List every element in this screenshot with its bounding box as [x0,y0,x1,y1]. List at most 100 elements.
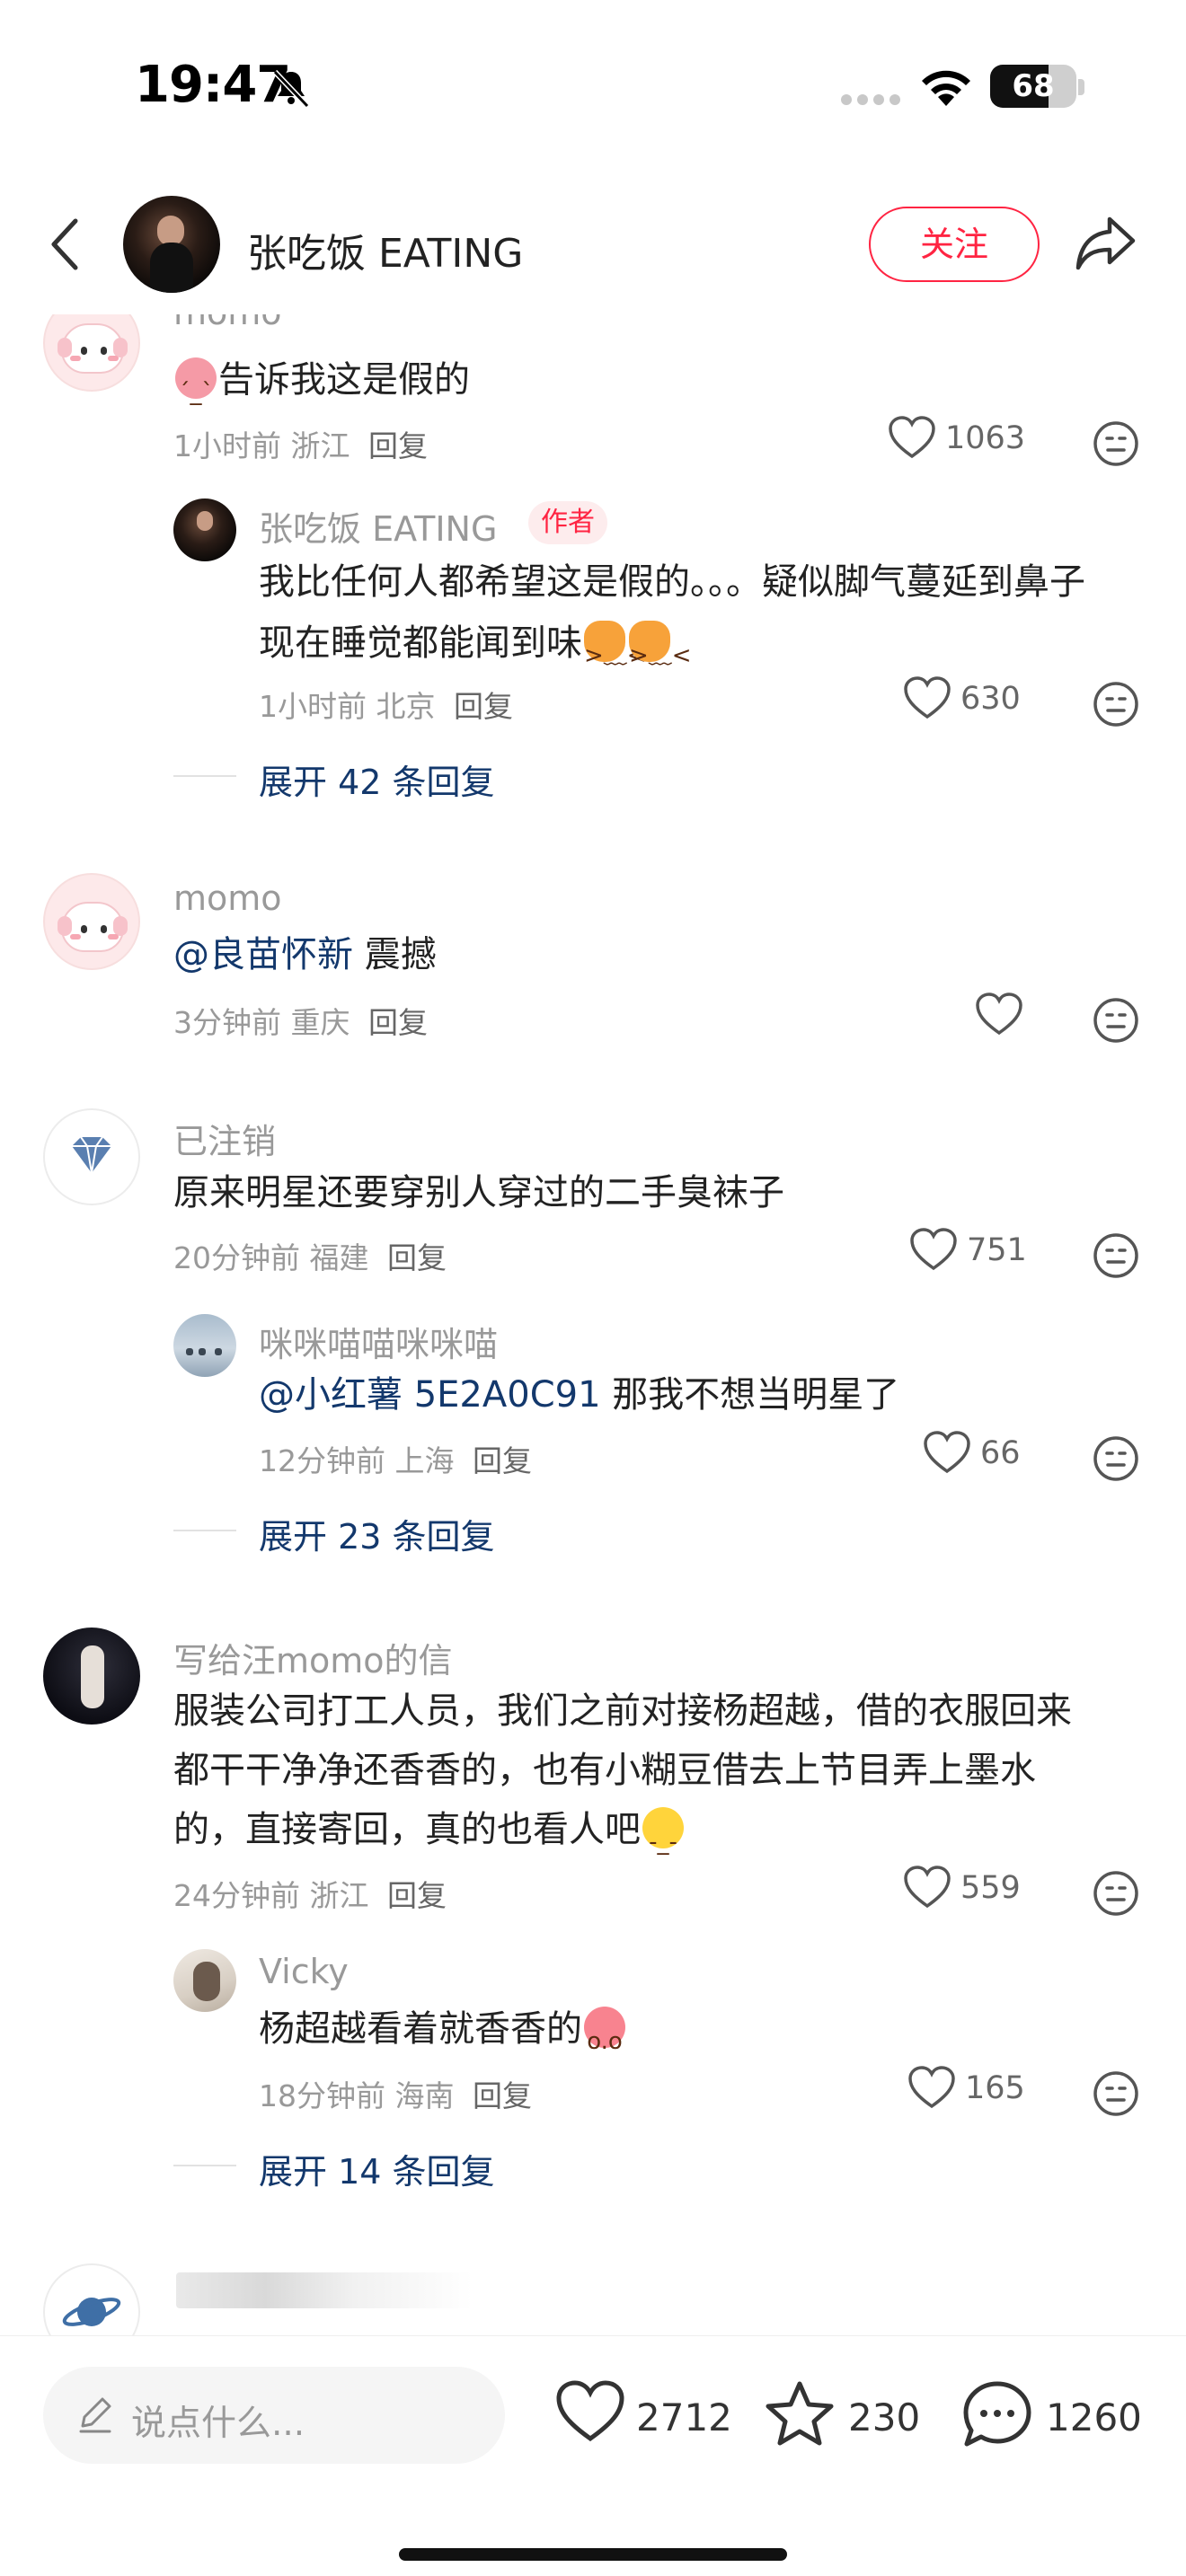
neutral-face-icon[interactable] [1092,2069,1140,2118]
reply-text-body: 杨超越看着就香香的 [259,2008,582,2050]
mention-link[interactable]: @良苗怀新 [173,934,353,975]
reply-text-line1: 我比任何人都希望这是假的。。。疑似脚气蔓延到鼻子 [259,561,1085,603]
heart-icon [924,1431,970,1474]
signal-dots-icon [841,94,900,105]
reply-link[interactable]: 回复 [473,2078,532,2113]
heart-icon [904,1866,951,1909]
bottom-action-bar: 说点什么... 2712 230 1260 [0,2335,1186,2576]
divider [173,775,236,777]
neutral-face-icon[interactable] [1092,680,1140,728]
reply-link[interactable]: 回复 [387,1240,447,1275]
comment-username[interactable]: 写给汪momo的信 [173,1633,453,1682]
neutral-face-icon[interactable] [1092,1434,1140,1483]
share-icon[interactable] [1074,212,1138,273]
reply-meta: 1小时前 北京 回复 [259,683,513,726]
reply-username[interactable]: 张吃饭 EATING [259,501,497,551]
battery-tip [1078,79,1084,95]
like-count: 1063 [945,420,1026,456]
comment-input-placeholder: 说点什么... [131,2404,305,2444]
username-placeholder [176,2272,473,2308]
reply-time: 18分钟前 [259,2078,385,2113]
emoji-icon: >﹏< [584,621,647,669]
status-bar: 19:47 68 [0,0,1186,171]
battery-level: 68 [1012,68,1055,104]
reply-time: 1小时前 [259,689,367,724]
divider [173,2165,236,2166]
like-count: 559 [960,1870,1021,1906]
emoji-icon: ˊ_ˋ [175,357,217,406]
pencil-icon [79,2397,111,2433]
divider [173,1530,236,1531]
back-icon[interactable] [45,216,84,273]
comment-post-button[interactable]: 1260 [961,2372,1150,2453]
post-like-count: 2712 [636,2395,732,2439]
status-time: 19:47 [135,56,291,114]
heart-icon [904,676,951,719]
comment-username[interactable]: 已注销 [173,1114,276,1163]
comment-location: 浙江 [290,428,350,463]
favorite-post-button[interactable]: 230 [764,2372,920,2453]
comment-username[interactable]: momo [173,314,282,332]
comment-time: 3分钟前 [173,1005,281,1040]
reply-location: 上海 [394,1443,455,1478]
expand-replies-button[interactable]: 展开 42 条回复 [259,754,495,804]
avatar[interactable] [43,314,140,392]
reply-location: 北京 [376,689,436,724]
comment-location: 浙江 [309,1878,369,1913]
wifi-icon [922,70,970,106]
comment-text-line1: 服装公司打工人员，我们之前对接杨超越，借的衣服回来 [173,1690,1072,1732]
reply-link[interactable]: 回复 [368,428,428,463]
star-icon [766,2381,834,2446]
comment-location: 重庆 [290,1005,350,1040]
comment-time: 1小时前 [173,428,281,463]
comment-username[interactable]: momo [173,878,282,918]
home-indicator [399,2548,787,2561]
follow-button[interactable]: 关注 [869,207,1040,282]
comment-meta: 3分钟前 重庆 回复 [173,999,428,1042]
reply-avatar[interactable] [173,1949,236,2012]
author-avatar[interactable] [123,196,220,293]
reply-link[interactable]: 回复 [454,689,513,724]
reply-username[interactable]: 咪咪喵喵咪咪喵 [259,1317,498,1366]
comment-input[interactable]: 说点什么... [43,2367,505,2464]
heart-icon [908,2066,955,2109]
reply-meta: 12分钟前 上海 回复 [259,1437,532,1480]
emoji-icon: -_- [642,1807,684,1856]
heart-icon [889,416,935,459]
comment-text-line3: 的，直接寄回，真的也看人吧 -_- [173,1800,686,1859]
reply-link[interactable]: 回复 [387,1878,447,1913]
avatar[interactable] [43,2263,140,2335]
reply-username[interactable]: Vicky [259,1952,349,1991]
comment-text-body: 告诉我这是假的 [218,359,470,401]
avatar[interactable] [43,1108,140,1205]
expand-replies-button[interactable]: 展开 14 条回复 [259,2144,495,2193]
comment-list[interactable]: momo ˊ_ˋ告诉我这是假的 1小时前 浙江 回复 1063 张吃饭 EATI… [0,314,1186,2335]
reply-avatar[interactable] [173,498,236,561]
expand-replies-button[interactable]: 展开 23 条回复 [259,1509,495,1558]
bell-slash-icon [272,69,310,109]
comment-text: @良苗怀新 震撼 [173,925,437,984]
comment-meta: 24分钟前 浙江 回复 [173,1872,447,1915]
reply-text: @小红薯 5E2A0C91 那我不想当明星了 [259,1365,899,1425]
neutral-face-icon[interactable] [1092,1869,1140,1918]
reply-link[interactable]: 回复 [473,1443,532,1478]
planet-icon [62,2298,121,2326]
reply-time: 12分钟前 [259,1443,385,1478]
mention-link[interactable]: @小红薯 5E2A0C91 [259,1374,601,1416]
comment-time: 24分钟前 [173,1878,300,1913]
emoji-icon: o.o [584,2007,625,2055]
like-post-button[interactable]: 2712 [555,2372,732,2453]
reply-text: 杨超越看着就香香的 o.o [259,1999,627,2059]
author-badge: 作者 [528,501,607,544]
reply-text-body: 那我不想当明星了 [600,1374,900,1416]
neutral-face-icon[interactable] [1092,1231,1140,1280]
post-header: 张吃饭 EATING 关注 [0,171,1186,314]
reply-avatar[interactable] [173,1314,236,1377]
reply-text-body: 现在睡觉都能闻到味 [259,622,582,664]
neutral-face-icon[interactable] [1092,419,1140,468]
avatar[interactable] [43,1628,140,1725]
author-name[interactable]: 张吃饭 EATING [247,221,523,278]
neutral-face-icon[interactable] [1092,996,1140,1045]
avatar[interactable] [43,873,140,970]
reply-link[interactable]: 回复 [368,1005,428,1040]
